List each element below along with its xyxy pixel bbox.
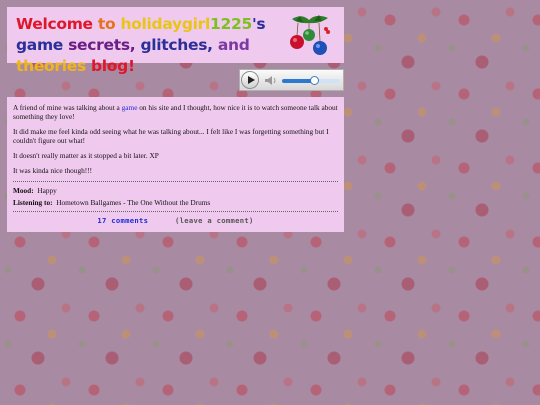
title-word: holidaygirl	[120, 15, 210, 33]
divider	[13, 211, 338, 212]
divider	[13, 181, 338, 182]
title-word: to	[97, 15, 121, 33]
christmas-ornaments-icon	[290, 15, 330, 55]
audio-player	[239, 69, 344, 91]
title-word: and	[217, 36, 250, 54]
title-word: blog!	[91, 57, 135, 75]
speaker-icon[interactable]	[264, 75, 278, 86]
title-word: theories	[16, 57, 91, 75]
blog-post: A friend of mine was talking about a gam…	[7, 97, 344, 232]
post-paragraph: It doesn't really matter as it stopped a…	[13, 151, 159, 160]
comments-link[interactable]: 17 comments	[97, 216, 148, 225]
listening-row: Listening to: Hometown Ballgames - The O…	[13, 198, 338, 207]
comment-links: 17 comments (leave a comment)	[13, 216, 338, 225]
title-word: 1225	[210, 15, 252, 33]
mood-value: Happy	[37, 186, 57, 195]
seek-bar[interactable]	[282, 76, 340, 85]
post-paragraph: A friend of mine was talking about a gam…	[13, 103, 338, 121]
listening-label: Listening to:	[13, 198, 53, 207]
listening-value: Hometown Ballgames - The One Without the…	[56, 198, 211, 207]
title-word: secrets,	[68, 36, 141, 54]
post-paragraph: It was kinda nice though!!!	[13, 166, 93, 175]
post-text: A friend of mine was talking about a	[13, 103, 122, 112]
blog-banner: Welcome to holidaygirl1225's game secret…	[7, 7, 344, 75]
title-word: Welcome	[16, 15, 98, 33]
mood-label: Mood:	[13, 186, 34, 195]
seek-handle[interactable]	[309, 76, 319, 85]
leave-comment-link[interactable]: (leave a comment)	[175, 216, 254, 225]
play-icon[interactable]	[241, 71, 259, 89]
mood-row: Mood: Happy	[13, 186, 338, 195]
post-paragraph: It did make me feel kinda odd seeing wha…	[13, 127, 329, 145]
game-link[interactable]: game	[122, 103, 138, 112]
title-word: glitches,	[140, 36, 218, 54]
blog-title: Welcome to holidaygirl1225's game secret…	[16, 14, 286, 77]
